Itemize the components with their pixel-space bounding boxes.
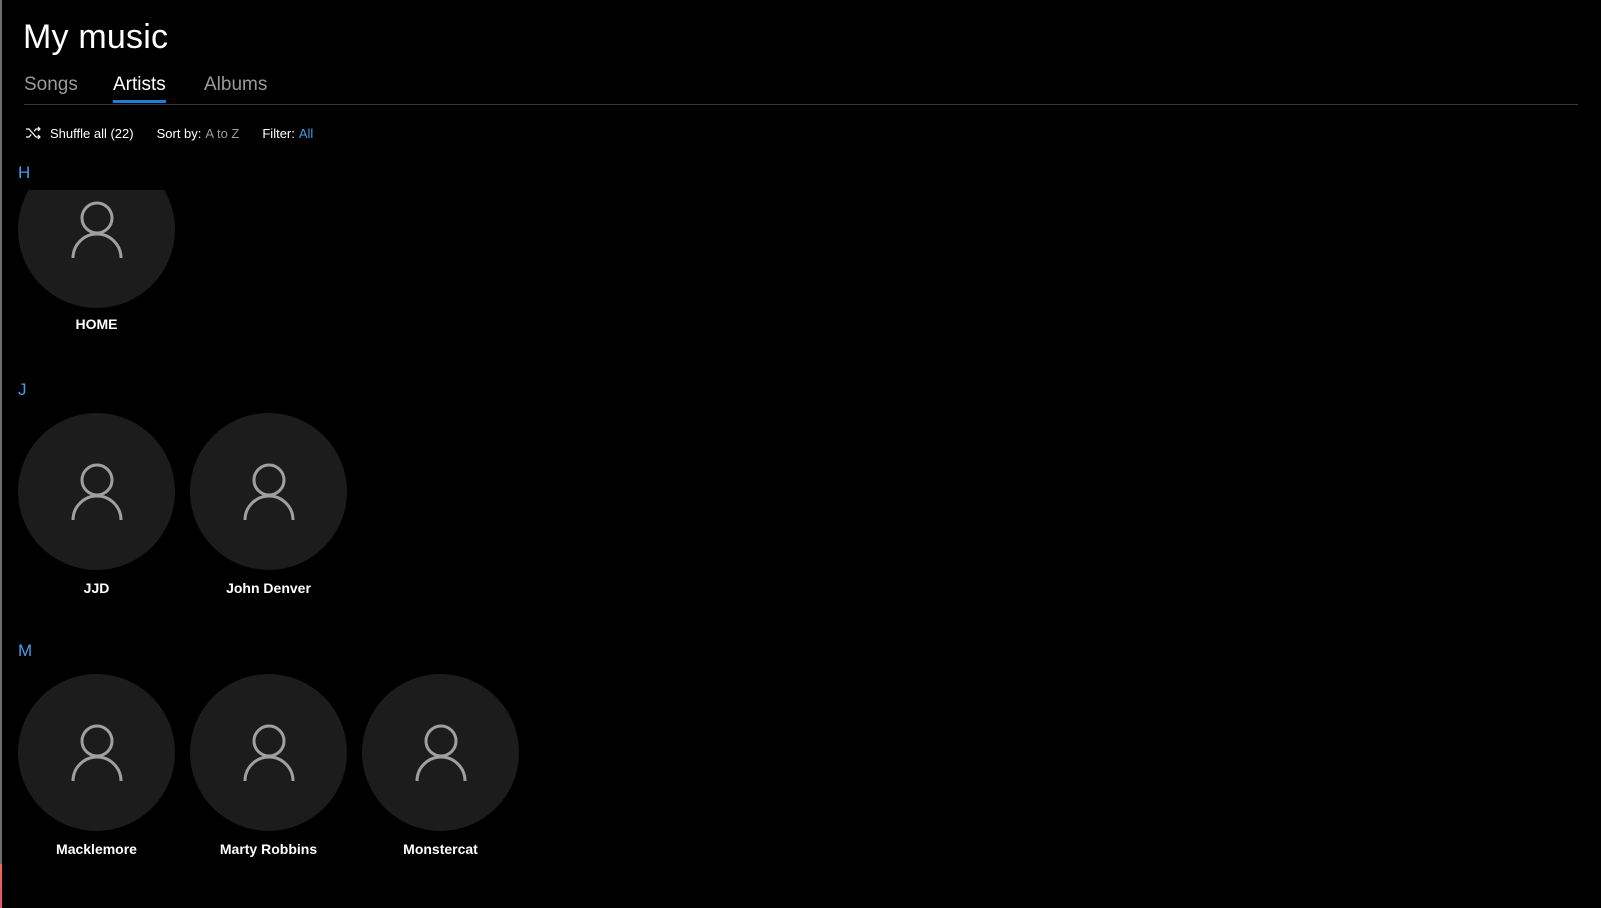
person-icon <box>71 724 122 781</box>
artist-tile-john-denver[interactable]: John Denver <box>190 413 347 596</box>
filter-value: All <box>298 125 314 141</box>
person-icon <box>415 724 466 781</box>
artist-image <box>190 413 347 570</box>
artist-name: HOME <box>75 316 118 332</box>
toolbar: Shuffle all (22) Sort by: A to Z Filter:… <box>25 124 336 142</box>
artist-image <box>18 413 175 570</box>
artist-tile-monstercat[interactable]: Monstercat <box>362 674 519 857</box>
artist-image <box>18 190 175 308</box>
window-edge-accent <box>0 864 2 908</box>
artist-name-home-wrap[interactable]: HOME <box>18 310 175 332</box>
person-icon <box>243 724 294 781</box>
artist-name: Marty Robbins <box>219 841 318 857</box>
group-header-m[interactable]: M <box>18 641 32 661</box>
artist-tile-marty-robbins[interactable]: Marty Robbins <box>190 674 347 857</box>
artist-tile-home[interactable] <box>18 190 175 308</box>
filter-label: Filter: <box>262 125 295 141</box>
artist-name: Monstercat <box>403 841 478 857</box>
group-header-j[interactable]: J <box>18 380 27 400</box>
shuffle-icon <box>26 126 41 140</box>
window-edge <box>0 0 2 864</box>
tab-bar: Songs Artists Albums <box>24 74 1578 105</box>
artist-name: Macklemore <box>56 841 137 857</box>
sort-by-label: Sort by: <box>156 125 202 141</box>
person-icon <box>243 463 294 520</box>
filter-dropdown[interactable]: Filter: All <box>262 126 313 141</box>
artist-image <box>190 674 347 831</box>
sort-by-dropdown[interactable]: Sort by: A to Z <box>157 126 240 141</box>
page-title: My music <box>23 18 169 56</box>
artist-image <box>18 674 175 831</box>
tab-songs[interactable]: Songs <box>24 74 78 102</box>
shuffle-all-label: Shuffle all (22) <box>50 125 134 141</box>
artist-name: John Denver <box>226 580 311 596</box>
group-header-h[interactable]: H <box>18 163 30 183</box>
artist-name: JJD <box>83 580 110 596</box>
person-icon <box>71 201 122 258</box>
sort-by-value: A to Z <box>205 125 240 141</box>
artist-tile-clip <box>18 190 175 310</box>
person-icon <box>71 463 122 520</box>
shuffle-all-button[interactable]: Shuffle all (22) <box>25 126 134 141</box>
artist-tile-macklemore[interactable]: Macklemore <box>18 674 175 857</box>
tab-artists[interactable]: Artists <box>113 74 166 103</box>
tab-albums[interactable]: Albums <box>204 74 267 102</box>
artist-tile-jjd[interactable]: JJD <box>18 413 175 596</box>
artist-image <box>362 674 519 831</box>
